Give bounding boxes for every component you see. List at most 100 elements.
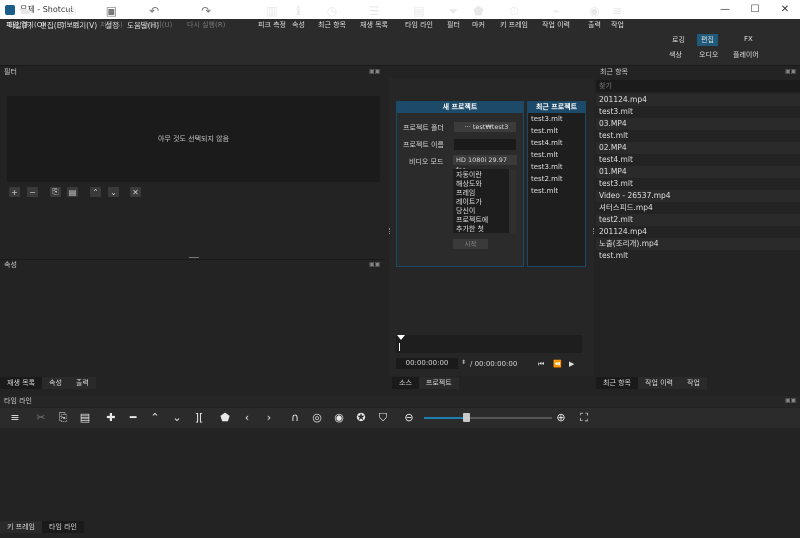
recent-project-item[interactable]: test.mlt bbox=[528, 185, 585, 197]
recent-project-item[interactable]: test4.mlt bbox=[528, 137, 585, 149]
recent-item[interactable]: test2.mlt bbox=[596, 214, 800, 226]
tab-playlist[interactable]: 재생 목록 bbox=[0, 377, 42, 389]
recent-item[interactable]: 201124.mp4 bbox=[596, 226, 800, 238]
ripple-all-tracks-icon[interactable]: ✪ bbox=[354, 411, 368, 424]
overwrite-icon[interactable]: ⌄ bbox=[170, 411, 184, 424]
tab-jobs[interactable]: 작업 bbox=[680, 377, 707, 389]
vertical-splitter-right[interactable] bbox=[593, 228, 595, 234]
vertical-splitter-left[interactable] bbox=[389, 228, 391, 234]
recent-project-item[interactable]: test.mlt bbox=[528, 125, 585, 137]
keyframes-button[interactable]: ⏱ 키 프레임 bbox=[500, 3, 528, 30]
redo-button[interactable]: ↷ 다시 실행(R) bbox=[187, 3, 225, 30]
rewind-icon[interactable]: ⏪ bbox=[553, 360, 562, 368]
filters-button[interactable]: ⏷ 필터 bbox=[447, 3, 460, 30]
tab-timeline[interactable]: 타임 라인 bbox=[42, 521, 84, 533]
playlist-button[interactable]: ☰ 재생 목록 bbox=[360, 3, 388, 30]
tab-source[interactable]: 소스 bbox=[392, 377, 419, 389]
timecode-input[interactable]: 00:00:00:00 bbox=[396, 358, 458, 369]
scrubber-bar[interactable] bbox=[396, 335, 582, 353]
close-button[interactable]: ✕ bbox=[770, 0, 800, 19]
layout-editing[interactable]: 편집 bbox=[697, 34, 718, 46]
timeline-menu-icon[interactable]: ≡ bbox=[8, 411, 22, 424]
project-name-input[interactable] bbox=[454, 139, 516, 150]
recent-item[interactable]: Video - 26537.mp4 bbox=[596, 190, 800, 202]
playhead-icon[interactable] bbox=[397, 335, 405, 340]
project-folder-button[interactable]: ··· test₩test3 bbox=[454, 122, 516, 132]
remove-filter-icon[interactable]: − bbox=[27, 187, 38, 197]
recent-project-item[interactable]: test.mlt bbox=[528, 149, 585, 161]
prev-marker-icon[interactable]: ‹ bbox=[240, 411, 254, 424]
panel-float-close-icon[interactable]: ▣▣ bbox=[785, 397, 796, 404]
play-icon[interactable]: ▶ bbox=[569, 360, 574, 368]
paste-icon[interactable]: ▤ bbox=[78, 411, 92, 424]
recent-button[interactable]: ◷ 최근 항목 bbox=[318, 3, 346, 30]
recent-item[interactable]: test.mlt bbox=[596, 250, 800, 262]
recent-item[interactable]: 02.MP4 bbox=[596, 142, 800, 154]
jobs-button[interactable]: ≋ 작업 bbox=[611, 3, 624, 30]
layout-audio[interactable]: 오디오 bbox=[699, 50, 718, 60]
lift-icon[interactable]: ⌃ bbox=[148, 411, 162, 424]
recent-item[interactable]: test3.mlt bbox=[596, 106, 800, 118]
recent-item[interactable]: 201124.mp4 bbox=[596, 94, 800, 106]
recent-item[interactable]: test.mlt bbox=[596, 130, 800, 142]
recent-item[interactable]: test4.mlt bbox=[596, 154, 800, 166]
open-button[interactable]: ▬ 파일 열기(O) bbox=[6, 3, 45, 30]
deselect-icon[interactable]: ✕ bbox=[130, 187, 141, 197]
recent-item[interactable]: 03.MP4 bbox=[596, 118, 800, 130]
cut-icon[interactable]: ✂ bbox=[34, 411, 48, 424]
tab-history[interactable]: 작업 이력 bbox=[638, 377, 680, 389]
filters-list[interactable]: 아무 것도 선택되지 않음 bbox=[7, 96, 380, 182]
timecode-spinner-icon[interactable]: ⬍ bbox=[461, 359, 466, 366]
append-icon[interactable]: ✚ bbox=[104, 411, 118, 424]
recent-search-input[interactable]: 찾기 bbox=[596, 80, 800, 92]
tab-recent[interactable]: 최근 항목 bbox=[596, 377, 638, 389]
ripple-markers-icon[interactable]: ⛉ bbox=[376, 411, 390, 425]
scrub-eye-icon[interactable]: ◎ bbox=[310, 411, 324, 424]
video-mode-select[interactable]: HD 1080i 29.97 fps bbox=[453, 155, 517, 174]
move-down-icon[interactable]: ⌄ bbox=[108, 187, 119, 197]
maximize-button[interactable]: ☐ bbox=[740, 0, 770, 19]
copy-filter-icon[interactable]: ⎘ bbox=[50, 187, 61, 197]
tab-export[interactable]: 출력 bbox=[68, 377, 96, 389]
description-scrollbar[interactable] bbox=[509, 169, 516, 233]
recent-project-item[interactable]: test2.mlt bbox=[528, 173, 585, 185]
panel-float-close-icon[interactable]: ▣▣ bbox=[369, 68, 380, 75]
recent-project-item[interactable]: test3.mlt bbox=[528, 113, 585, 125]
zoom-out-icon[interactable]: ⊖ bbox=[402, 411, 416, 424]
recent-item[interactable]: 노출(조리개).mp4 bbox=[596, 238, 800, 250]
copy-icon[interactable]: ⎘ bbox=[56, 411, 70, 425]
recent-item[interactable]: 01.MP4 bbox=[596, 166, 800, 178]
next-marker-icon[interactable]: › bbox=[262, 411, 276, 424]
ripple-delete-icon[interactable]: ━ bbox=[126, 411, 140, 424]
more-button[interactable]: ⧉ 더보기.. bbox=[60, 3, 84, 30]
zoom-slider-handle[interactable] bbox=[463, 413, 470, 422]
history-button[interactable]: ⌁ 작업 이력 bbox=[542, 3, 570, 30]
recent-item[interactable]: 셔터스피드.mp4 bbox=[596, 202, 800, 214]
tab-properties[interactable]: 속성 bbox=[42, 377, 69, 389]
snap-magnet-icon[interactable]: ∩ bbox=[288, 411, 302, 424]
ripple-icon[interactable]: ◉ bbox=[332, 411, 346, 424]
move-up-icon[interactable]: ⌃ bbox=[90, 187, 101, 197]
minimize-button[interactable]: — bbox=[710, 0, 740, 19]
save-button[interactable]: ▣ 저장(S) bbox=[100, 3, 123, 30]
timeline-tracks-area[interactable] bbox=[0, 428, 800, 520]
layout-player[interactable]: 플레이어 bbox=[733, 50, 759, 60]
timeline-button[interactable]: ▤ 타임 라인 bbox=[405, 3, 433, 30]
splitter-handle[interactable] bbox=[189, 257, 199, 258]
zoom-in-icon[interactable]: ⊕ bbox=[554, 411, 568, 424]
layout-fx[interactable]: FX bbox=[740, 34, 757, 44]
paste-filter-icon[interactable]: ▤ bbox=[67, 187, 78, 197]
undo-button[interactable]: ↶ 되돌리기(U) bbox=[136, 3, 172, 30]
split-icon[interactable]: ][ bbox=[192, 411, 206, 424]
markers-button[interactable]: ⬟ 마커 bbox=[472, 3, 485, 30]
panel-float-close-icon[interactable]: ▣▣ bbox=[785, 68, 796, 75]
recent-item[interactable]: test3.mlt bbox=[596, 178, 800, 190]
export-button[interactable]: ◉ 출력 bbox=[588, 3, 601, 30]
layout-logging[interactable]: 로깅 bbox=[668, 34, 689, 46]
zoom-fit-icon[interactable]: ⛶ bbox=[577, 411, 591, 425]
skip-previous-icon[interactable]: ⏮ bbox=[538, 360, 544, 369]
add-filter-icon[interactable]: + bbox=[9, 187, 20, 197]
props-button[interactable]: ℹ 속성 bbox=[292, 3, 305, 30]
layout-color[interactable]: 색상 bbox=[669, 50, 682, 60]
tab-project[interactable]: 프로젝트 bbox=[418, 377, 459, 389]
